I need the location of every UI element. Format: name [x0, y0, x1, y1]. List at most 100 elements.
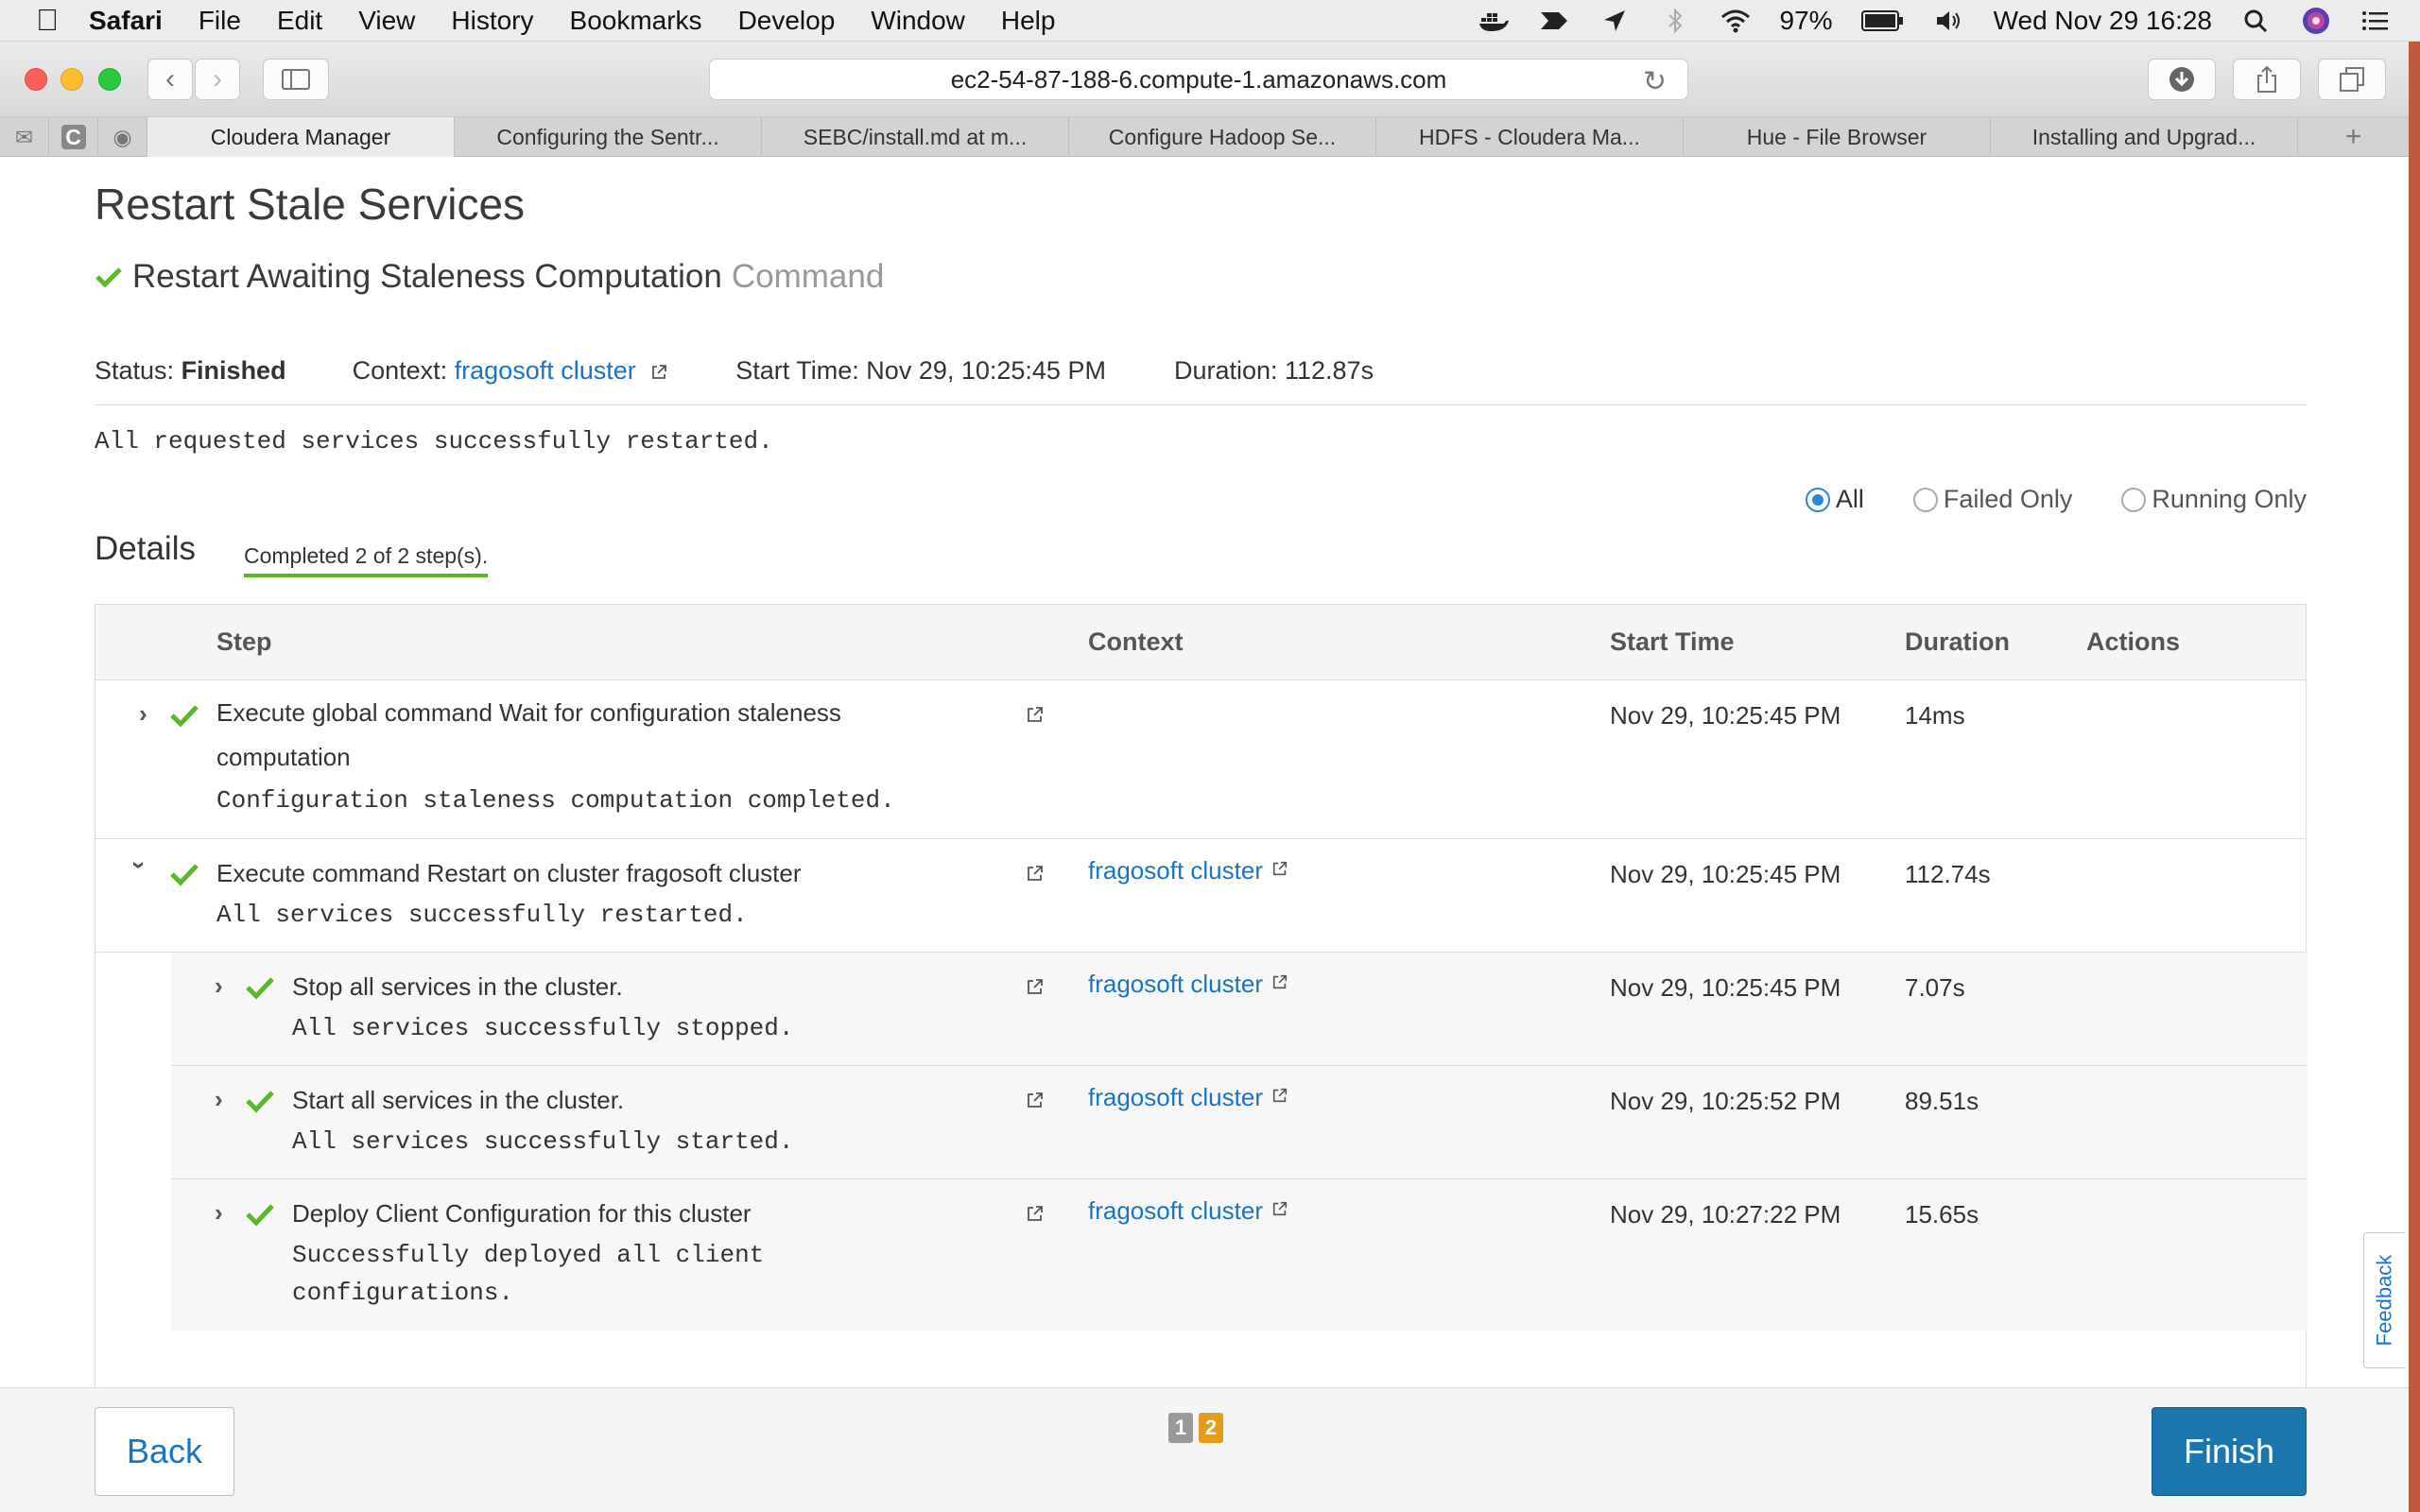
filter-failed-only[interactable]: Failed Only — [1912, 485, 2073, 514]
step-message-cont: configurations. — [292, 1279, 514, 1307]
external-link-icon[interactable] — [1026, 977, 1045, 996]
battery-icon[interactable] — [1860, 9, 1905, 32]
col-start-time: Start Time — [1610, 627, 1735, 656]
chevron-down-icon[interactable]: › — [125, 861, 154, 869]
zoom-window-button[interactable] — [98, 68, 121, 91]
external-link-icon[interactable] — [1271, 1087, 1288, 1104]
radio-icon[interactable] — [2121, 487, 2147, 512]
chevron-right-icon[interactable]: › — [215, 1198, 223, 1228]
downloads-button[interactable] — [2148, 59, 2216, 100]
step-duration: 15.65s — [1905, 1200, 1979, 1228]
tab-cloudera-manager[interactable]: Cloudera Manager — [147, 117, 455, 157]
tab-hdfs-cloudera[interactable]: HDFS - Cloudera Ma... — [1376, 117, 1684, 157]
finish-button[interactable]: Finish — [2152, 1407, 2307, 1496]
app-status-icon[interactable] — [1538, 7, 1570, 35]
external-link-icon[interactable] — [1271, 973, 1288, 990]
docker-icon[interactable] — [1478, 7, 1510, 35]
step-context-link[interactable]: fragosoft cluster — [1088, 970, 1263, 999]
step-start-time: Nov 29, 10:25:52 PM — [1610, 1087, 1841, 1115]
chevron-left-icon: ‹ — [165, 63, 175, 94]
share-button[interactable] — [2233, 59, 2301, 100]
step-message: All services successfully restarted. — [216, 901, 748, 929]
chevron-right-icon[interactable]: › — [139, 699, 147, 729]
tabs-overview-icon — [2340, 67, 2364, 92]
minimize-window-button[interactable] — [60, 68, 83, 91]
menu-help[interactable]: Help — [1001, 6, 1056, 36]
show-tabs-button[interactable] — [2318, 59, 2386, 100]
chevron-right-icon[interactable]: › — [215, 971, 223, 1001]
filter-all[interactable]: All — [1805, 485, 1864, 514]
step-2-badge[interactable]: 2 — [1199, 1413, 1223, 1443]
close-window-button[interactable] — [25, 68, 47, 91]
menu-app-safari[interactable]: Safari — [89, 6, 163, 36]
external-link-icon[interactable] — [1271, 860, 1288, 877]
steps-table: Step Context Start Time Duration Actions… — [95, 604, 2308, 1487]
clock[interactable]: Wed Nov 29 16:28 — [1994, 6, 2212, 36]
step-name: Deploy Client Configuration for this clu… — [292, 1199, 752, 1228]
radio-selected-icon[interactable] — [1805, 487, 1830, 512]
back-button[interactable]: Back — [95, 1407, 234, 1496]
filter-radio-group: All Failed Only Running Only — [1756, 485, 2307, 514]
step-message: All services successfully started. — [292, 1127, 794, 1156]
forward-nav-button[interactable]: › — [195, 59, 240, 100]
external-link-icon[interactable] — [1271, 1200, 1288, 1217]
external-link-icon[interactable] — [1026, 705, 1045, 724]
sidebar-toggle-button[interactable] — [263, 59, 329, 100]
notification-center-icon[interactable] — [2360, 7, 2392, 35]
new-tab-button[interactable]: + — [2298, 117, 2409, 156]
reload-icon[interactable]: ↻ — [1643, 65, 1667, 98]
location-icon — [1599, 7, 1631, 35]
external-link-icon[interactable] — [1026, 864, 1045, 883]
step-duration: 7.07s — [1905, 973, 1965, 1002]
menu-bookmarks[interactable]: Bookmarks — [570, 6, 702, 36]
pinned-tab-mail[interactable]: ✉ — [0, 117, 49, 157]
siri-icon[interactable] — [2301, 6, 2331, 36]
step-context-link[interactable]: fragosoft cluster — [1088, 1083, 1263, 1112]
tab-configure-hadoop[interactable]: Configure Hadoop Se... — [1069, 117, 1376, 157]
duration: Duration: 112.87s — [1173, 356, 1374, 385]
chevron-right-icon[interactable]: › — [215, 1085, 223, 1114]
step-start-time: Nov 29, 10:25:45 PM — [1610, 701, 1841, 730]
apple-menu-icon[interactable]:  — [36, 3, 89, 38]
external-link-icon[interactable] — [1026, 1091, 1045, 1109]
filter-all-label: All — [1835, 485, 1864, 513]
c-icon: C — [60, 125, 86, 149]
tab-hue-file-browser[interactable]: Hue - File Browser — [1684, 117, 1991, 157]
volume-icon[interactable] — [1933, 7, 1965, 35]
step-message: All services successfully stopped. — [292, 1014, 794, 1042]
command-header: Restart Awaiting Staleness Computation C… — [95, 258, 884, 296]
menu-window[interactable]: Window — [871, 6, 965, 36]
battery-percent[interactable]: 97% — [1780, 6, 1833, 36]
tab-configuring-sentry[interactable]: Configuring the Sentr... — [455, 117, 762, 157]
filter-running-only[interactable]: Running Only — [2121, 485, 2307, 514]
browser-toolbar: ‹ › ec2-54-87-188-6.compute-1.amazonaws.… — [0, 42, 2409, 117]
step-duration: 89.51s — [1905, 1087, 1979, 1115]
pinned-tab-c[interactable]: C — [49, 117, 98, 157]
menu-develop[interactable]: Develop — [738, 6, 836, 36]
menu-view[interactable]: View — [358, 6, 415, 36]
menu-history[interactable]: History — [451, 6, 533, 36]
command-meta: Status: Finished Context: fragosoft clus… — [95, 356, 1374, 386]
menu-file[interactable]: File — [199, 6, 241, 36]
bluetooth-icon[interactable] — [1659, 7, 1691, 35]
context-cluster-link[interactable]: fragosoft cluster — [455, 356, 636, 385]
tab-installing-upgrading[interactable]: Installing and Upgrad... — [1991, 117, 2298, 157]
context-label: Context: — [352, 356, 448, 385]
step-context-link[interactable]: fragosoft cluster — [1088, 856, 1263, 885]
step-context-link[interactable]: fragosoft cluster — [1088, 1196, 1263, 1226]
tab-sebc-install[interactable]: SEBC/install.md at m... — [762, 117, 1069, 157]
step-message: Configuration staleness computation comp… — [216, 786, 895, 815]
pinned-tab-github[interactable]: ◉ — [98, 117, 147, 157]
radio-icon[interactable] — [1912, 487, 1938, 512]
external-link-icon[interactable] — [650, 364, 667, 381]
address-bar[interactable]: ec2-54-87-188-6.compute-1.amazonaws.com … — [709, 59, 1688, 100]
external-link-icon[interactable] — [1026, 1204, 1045, 1223]
step-1-badge[interactable]: 1 — [1168, 1413, 1193, 1443]
back-nav-button[interactable]: ‹ — [147, 59, 193, 100]
wifi-icon[interactable] — [1720, 7, 1752, 35]
success-check-icon — [246, 1091, 274, 1113]
spotlight-search-icon[interactable] — [2240, 7, 2273, 35]
filter-failed-label: Failed Only — [1943, 485, 2073, 513]
feedback-tab[interactable]: Feedback — [2363, 1232, 2405, 1368]
menu-edit[interactable]: Edit — [277, 6, 322, 36]
